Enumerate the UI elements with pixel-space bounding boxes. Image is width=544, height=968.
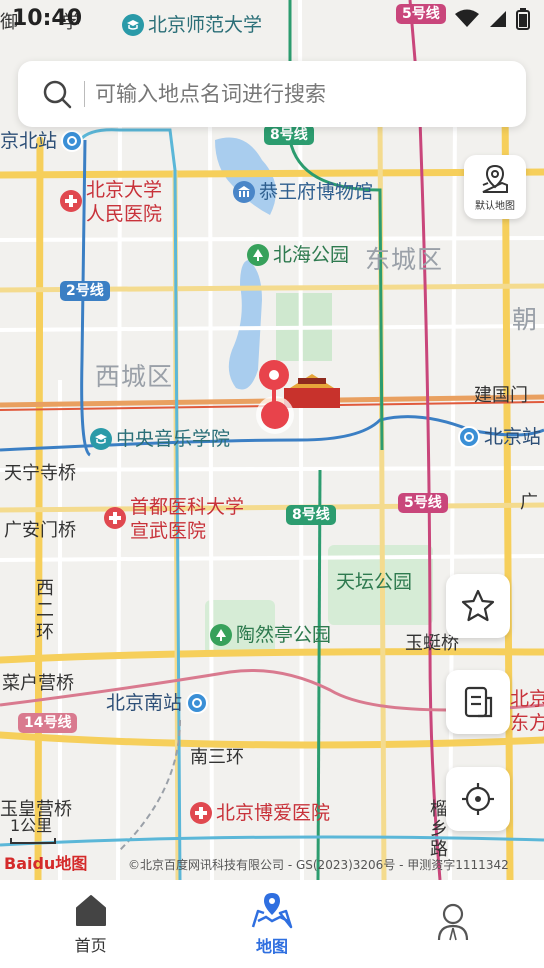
map-location-icon (482, 164, 508, 193)
poi-beijing-station[interactable]: 北京站 (458, 426, 541, 448)
train-station-icon (186, 692, 209, 714)
baidu-logo: Baidu地图 (4, 854, 88, 873)
bottom-tab-bar: 首页 地图 (0, 880, 544, 968)
label-nan-san-huan: 南三环 (190, 747, 244, 768)
poi-boai-hospital[interactable]: 北京博爱医院 (190, 802, 330, 824)
subway-badge-line2: 2号线 (60, 281, 110, 301)
wifi-icon (455, 9, 479, 27)
map-pin-icon (256, 360, 294, 434)
label-partial-right: 广 (520, 492, 538, 513)
label-xi-er-huan: 西 二 环 (36, 578, 54, 643)
hospital-icon (104, 507, 126, 529)
hospital-icon (60, 190, 82, 212)
search-input[interactable] (95, 82, 495, 106)
map-view[interactable]: 西城区 东城区 朝 北京师范大学 北京大学 人民医院 恭王府博物馆 北海公园 中… (0, 0, 544, 880)
district-dongcheng: 东城区 (365, 245, 444, 274)
user-icon (438, 903, 469, 941)
tab-map[interactable]: 地图 (181, 880, 362, 968)
map-scale: 1公里 (10, 812, 56, 844)
status-bar: 10:40 (0, 0, 544, 36)
district-chaoyang: 朝 (512, 305, 539, 334)
poi-partial-hospital[interactable]: 北京 东方 (510, 687, 544, 735)
poi-taoranting-park[interactable]: 陶然亭公园 (210, 624, 331, 646)
cellular-signal-icon (490, 11, 506, 27)
museum-icon (233, 181, 255, 203)
subway-badge-line14: 14号线 (18, 713, 78, 733)
tab-profile[interactable] (363, 880, 544, 968)
subway-badge-line8-top: 8号线 (264, 125, 314, 145)
search-icon (43, 80, 72, 109)
park-icon (247, 244, 269, 266)
poi-temple-of-heaven[interactable]: 天坛公园 (336, 571, 412, 593)
locate-me-button[interactable] (446, 767, 510, 831)
subway-badge-line8-mid: 8号线 (286, 505, 336, 525)
battery-icon (516, 8, 530, 30)
crosshair-icon (462, 783, 494, 815)
poi-beijing-north-station[interactable]: 京北站 (0, 130, 84, 152)
label-caihuying-bridge: 菜户营桥 (2, 673, 74, 694)
tab-home[interactable]: 首页 (0, 880, 181, 968)
report-button[interactable] (446, 670, 510, 734)
poi-pku-people-hospital[interactable]: 北京大学 人民医院 (60, 178, 162, 226)
star-icon (461, 589, 495, 622)
screen: 西城区 东城区 朝 北京师范大学 北京大学 人民医院 恭王府博物馆 北海公园 中… (0, 0, 544, 968)
park-icon (210, 624, 232, 646)
poi-beihai-park[interactable]: 北海公园 (247, 244, 349, 266)
label-guanganmen-bridge: 广安门桥 (4, 520, 76, 541)
document-icon (464, 686, 493, 718)
label-yuting-bridge: 玉蜓桥 (405, 633, 459, 654)
subway-badge-line5-mid: 5号线 (398, 493, 448, 513)
label-tianningsi-bridge: 天宁寺桥 (4, 463, 76, 484)
search-bar[interactable] (18, 61, 526, 127)
map-icon (251, 893, 293, 929)
poi-xuanwu-hospital[interactable]: 首都医科大学 宣武医院 (104, 495, 244, 543)
hospital-icon (190, 802, 212, 824)
train-station-icon (61, 130, 84, 152)
home-icon (75, 895, 106, 926)
poi-central-conservatory[interactable]: 中央音乐学院 (90, 428, 230, 450)
education-icon (90, 428, 112, 450)
label-jianguomen: 建国门 (474, 385, 528, 406)
district-xicheng: 西城区 (95, 362, 174, 391)
train-station-icon (458, 426, 480, 448)
default-map-button[interactable]: 默认地图 (464, 155, 526, 219)
poi-beijing-south-station[interactable]: 北京南站 (106, 692, 209, 714)
status-time: 10:40 (12, 6, 83, 31)
favorite-button[interactable] (446, 574, 510, 638)
map-copyright: ©北京百度网讯科技有限公司 - GS(2023)3206号 - 甲测资字1111… (128, 858, 509, 872)
location-marker[interactable] (254, 357, 296, 435)
poi-prince-gong-museum[interactable]: 恭王府博物馆 (233, 181, 373, 203)
